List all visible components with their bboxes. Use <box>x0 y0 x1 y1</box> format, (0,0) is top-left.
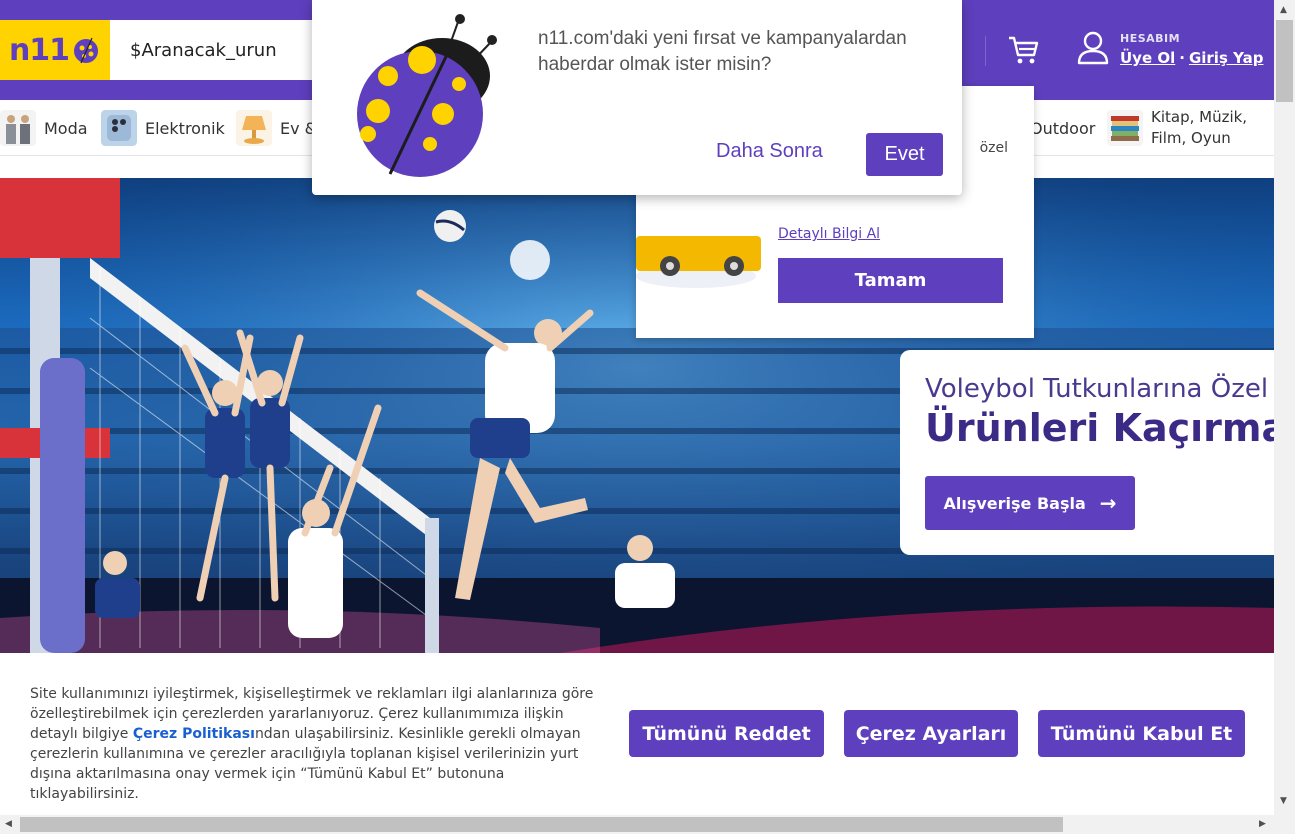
scroll-down-arrow-icon[interactable]: ▼ <box>1280 796 1287 806</box>
horizontal-scrollbar-thumb[interactable] <box>20 817 1063 832</box>
category-label: Kitap, Müzik, Film, Oyun <box>1151 108 1248 147</box>
shipping-ok-button[interactable]: Tamam <box>778 258 1003 303</box>
category-kitap[interactable]: Kitap, Müzik, Film, Oyun <box>1107 108 1261 148</box>
moda-thumbnail <box>0 110 36 146</box>
arrow-right-icon: → <box>1099 491 1117 515</box>
yes-button[interactable]: Evet <box>866 133 943 176</box>
notification-permission-popup: n11.com'daki yeni fırsat ve kampanyalard… <box>312 0 962 195</box>
signup-link[interactable]: Üye Ol <box>1120 49 1175 67</box>
vertical-scrollbar-thumb[interactable] <box>1276 20 1293 102</box>
account-links: Üye Ol · Giriş Yap <box>1120 49 1263 67</box>
logo-text: n11 <box>8 32 70 68</box>
login-link[interactable]: Giriş Yap <box>1189 49 1264 67</box>
cookie-settings-button[interactable]: Çerez Ayarları <box>844 710 1018 757</box>
cookie-consent-bar: Site kullanımınızı iyileştirmek, kişisel… <box>0 653 1274 815</box>
elektronik-thumbnail <box>101 110 137 146</box>
ev-thumbnail <box>236 110 272 146</box>
shipping-details-link[interactable]: Detaylı Bilgi Al <box>778 226 880 242</box>
account-menu: HESABIM Üye Ol · Giriş Yap <box>1120 32 1263 67</box>
user-icon[interactable] <box>1076 30 1110 66</box>
accept-all-button[interactable]: Tümünü Kabul Et <box>1038 710 1245 757</box>
category-label: Elektronik <box>145 118 225 138</box>
cart-icon[interactable] <box>1006 33 1040 67</box>
category-outdoor[interactable]: Outdoor <box>1030 108 1095 148</box>
n11-logo[interactable]: n11 <box>0 20 110 80</box>
scroll-up-arrow-icon[interactable]: ▲ <box>1280 5 1287 15</box>
account-separator: · <box>1179 49 1185 67</box>
cookie-policy-link[interactable]: Çerez Politikası <box>133 726 255 742</box>
scroll-right-arrow-icon[interactable]: ▶ <box>1259 819 1266 829</box>
search-bar <box>110 20 320 80</box>
notification-message: n11.com'daki yeni fırsat ve kampanyalard… <box>538 28 907 75</box>
category-label: Outdoor <box>1030 118 1096 138</box>
category-moda[interactable]: Moda <box>0 108 88 148</box>
cookie-text: Site kullanımınızı iyileştirmek, kişisel… <box>30 684 615 804</box>
reject-all-button[interactable]: Tümünü Reddet <box>629 710 824 757</box>
start-shopping-button[interactable]: Alışverişe Başla → <box>925 476 1135 530</box>
header-divider <box>985 36 986 66</box>
account-label: HESABIM <box>1120 32 1181 45</box>
hero-promo-card: Voleybol Tutkunlarına Özel Ürünleri Kaçı… <box>900 350 1274 555</box>
scroll-left-arrow-icon[interactable]: ◀ <box>5 819 12 829</box>
kitap-thumbnail <box>1107 110 1143 146</box>
hero-title: Ürünleri Kaçırma <box>925 406 1274 450</box>
later-button[interactable]: Daha Sonra <box>716 140 823 163</box>
start-shopping-label: Alışverişe Başla <box>943 493 1086 513</box>
category-label: Moda <box>44 118 88 138</box>
vertical-scrollbar[interactable] <box>1274 0 1295 815</box>
search-input[interactable] <box>130 39 320 61</box>
logo-ladybug-icon <box>74 37 99 64</box>
category-elektronik[interactable]: Elektronik <box>101 108 225 148</box>
category-ev[interactable]: Ev & <box>236 108 317 148</box>
hero-subtitle: Voleybol Tutkunlarına Özel <box>925 374 1269 404</box>
ladybug-icon <box>357 14 497 177</box>
